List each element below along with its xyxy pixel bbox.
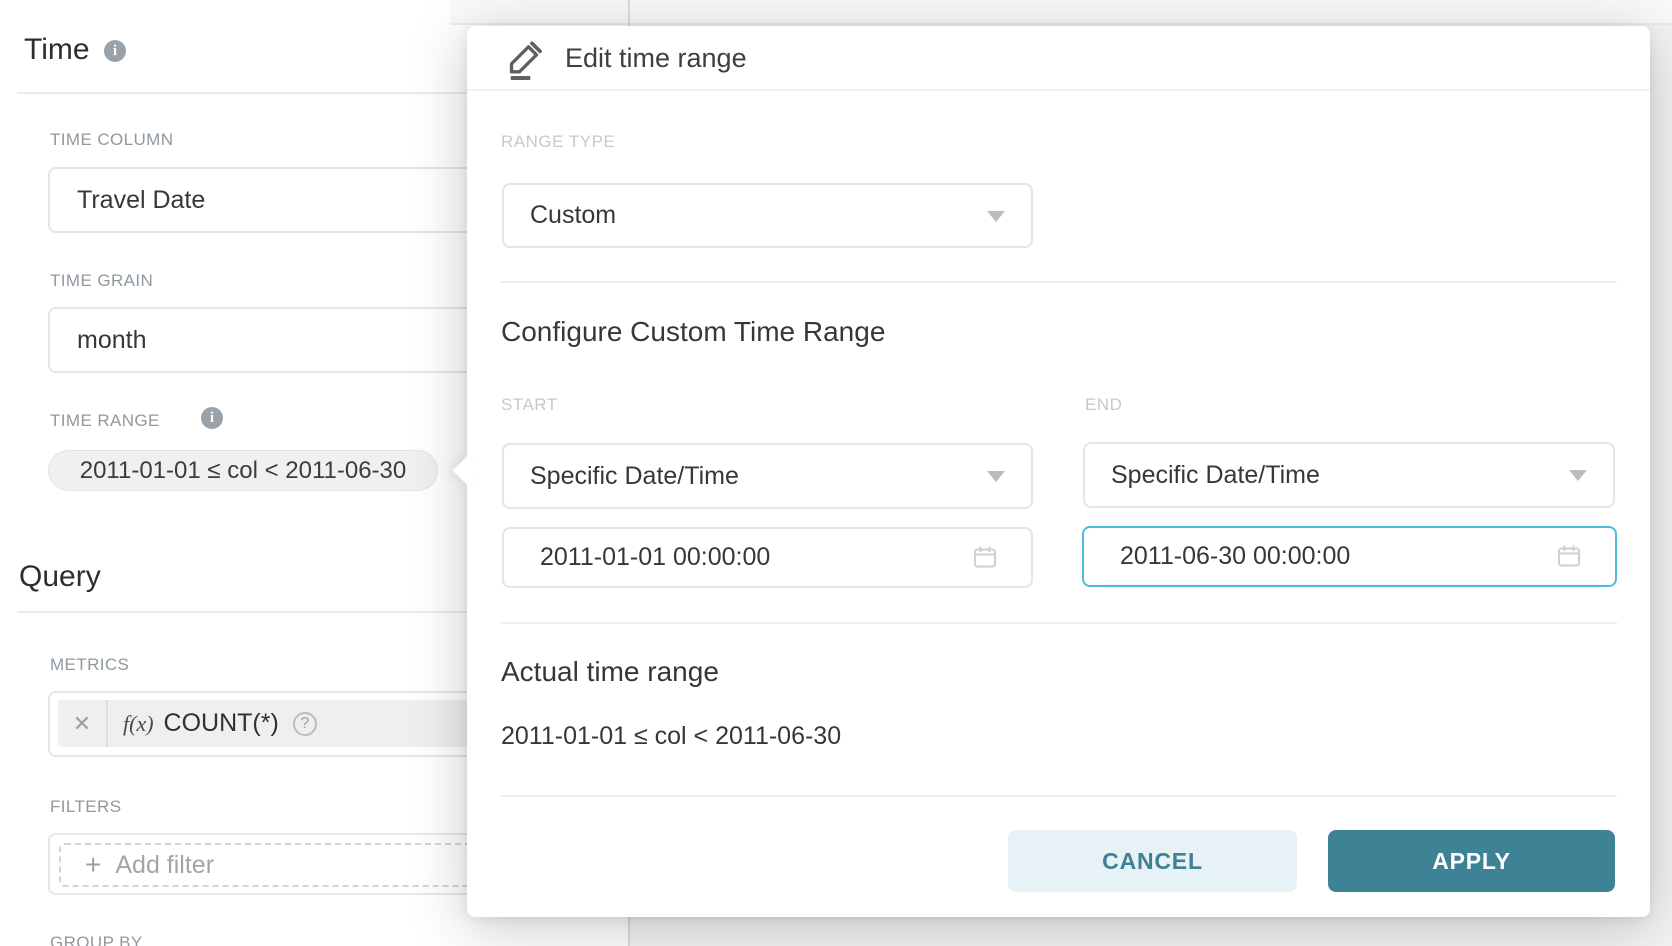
- metric-name: COUNT(*): [164, 709, 279, 738]
- start-type-value: Specific Date/Time: [504, 462, 739, 491]
- metric-help-icon[interactable]: ?: [293, 712, 317, 736]
- popover-title: Edit time range: [565, 26, 747, 91]
- popover-arrow: [453, 456, 483, 486]
- edit-time-range-popover: Edit time range RANGE TYPE Custom Config…: [467, 26, 1650, 917]
- filters-label: FILTERS: [50, 797, 121, 817]
- actual-time-range-heading: Actual time range: [501, 656, 719, 688]
- time-column-value: Travel Date: [50, 186, 205, 215]
- range-type-divider: [501, 281, 1617, 283]
- chip-separator: [106, 700, 108, 747]
- range-type-select[interactable]: Custom: [502, 183, 1033, 248]
- group-by-label: GROUP BY: [50, 933, 143, 946]
- footer-divider: [501, 795, 1617, 797]
- range-type-label: RANGE TYPE: [501, 132, 615, 152]
- time-section-title: Time: [24, 33, 90, 67]
- actual-time-range-value: 2011-01-01 ≤ col < 2011-06-30: [501, 722, 841, 751]
- chevron-down-icon: [987, 211, 1005, 222]
- start-type-select[interactable]: Specific Date/Time: [502, 443, 1033, 509]
- background-top-band: [450, 0, 1672, 23]
- chevron-down-icon: [987, 471, 1005, 482]
- start-label: START: [501, 395, 558, 415]
- edit-pencil-icon: [505, 38, 545, 87]
- configure-heading: Configure Custom Time Range: [501, 316, 885, 348]
- time-range-label: TIME RANGE: [50, 411, 160, 431]
- end-datetime-input[interactable]: [1082, 526, 1617, 587]
- range-type-value: Custom: [504, 201, 616, 230]
- custom-range-divider: [501, 622, 1617, 624]
- plus-icon: +: [85, 851, 101, 879]
- end-label: END: [1085, 395, 1122, 415]
- cancel-button[interactable]: CANCEL: [1008, 830, 1297, 892]
- time-info-icon[interactable]: i: [104, 40, 126, 62]
- time-range-info-icon[interactable]: i: [201, 407, 223, 429]
- time-grain-label: TIME GRAIN: [50, 271, 153, 291]
- apply-button[interactable]: APPLY: [1328, 830, 1615, 892]
- background-top-divider: [450, 23, 1672, 25]
- end-type-select[interactable]: Specific Date/Time: [1083, 442, 1615, 508]
- start-datetime-input[interactable]: [502, 527, 1033, 588]
- function-icon: f(x): [123, 711, 154, 737]
- popover-header: Edit time range: [467, 26, 1650, 91]
- metrics-label: METRICS: [50, 655, 129, 675]
- time-range-pill[interactable]: 2011-01-01 ≤ col < 2011-06-30: [48, 450, 438, 491]
- remove-metric-icon[interactable]: ✕: [58, 711, 106, 737]
- chevron-down-icon: [1569, 470, 1587, 481]
- query-section-title: Query: [19, 560, 101, 594]
- explore-page: Time i TIME COLUMN Travel Date TIME GRAI…: [0, 0, 1672, 946]
- end-type-value: Specific Date/Time: [1085, 461, 1320, 490]
- time-column-label: TIME COLUMN: [50, 130, 173, 150]
- time-grain-value: month: [50, 326, 146, 355]
- add-filter-label: Add filter: [115, 851, 214, 880]
